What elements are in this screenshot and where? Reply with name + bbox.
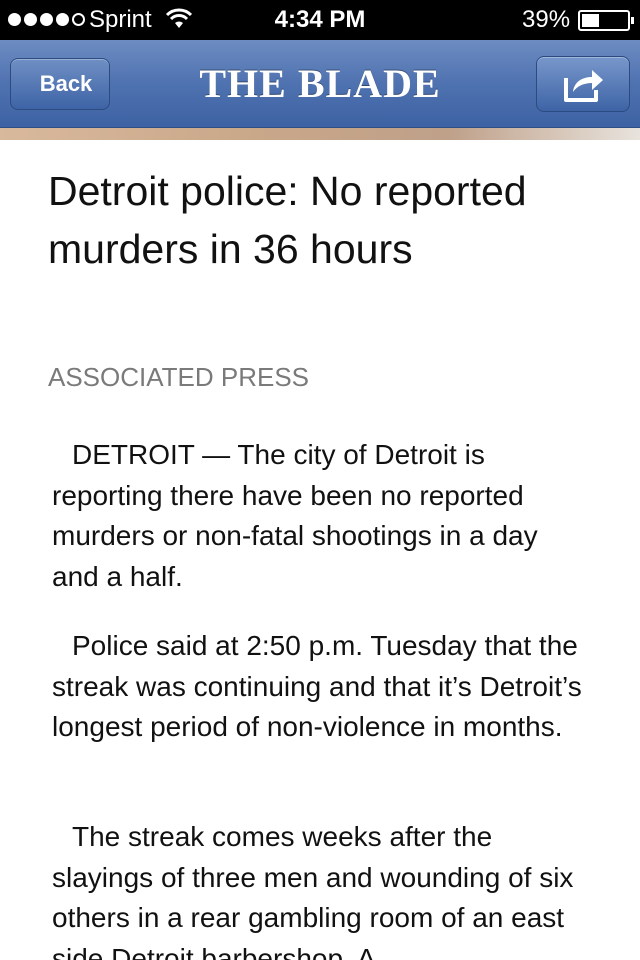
article-paragraph: The streak comes weeks after the slaying… [52, 821, 574, 960]
article-byline: ASSOCIATED PRESS [48, 362, 310, 392]
battery-percent: 39% [522, 6, 571, 33]
article-image-strip [0, 128, 640, 140]
article-paragraph: Police said at 2:50 p.m. Tuesday that th… [52, 630, 582, 742]
battery-icon [578, 10, 634, 31]
share-button[interactable] [536, 56, 630, 112]
share-icon [564, 70, 603, 102]
article-paragraph: DETROIT — The city of Detroit is reporti… [52, 439, 538, 592]
status-bar: Sprint 4:34 PM 39% [0, 0, 640, 40]
article-headline: Detroit police: No reported murders in 3… [48, 168, 527, 272]
navigation-bar: Back THE BLADE [0, 40, 640, 128]
